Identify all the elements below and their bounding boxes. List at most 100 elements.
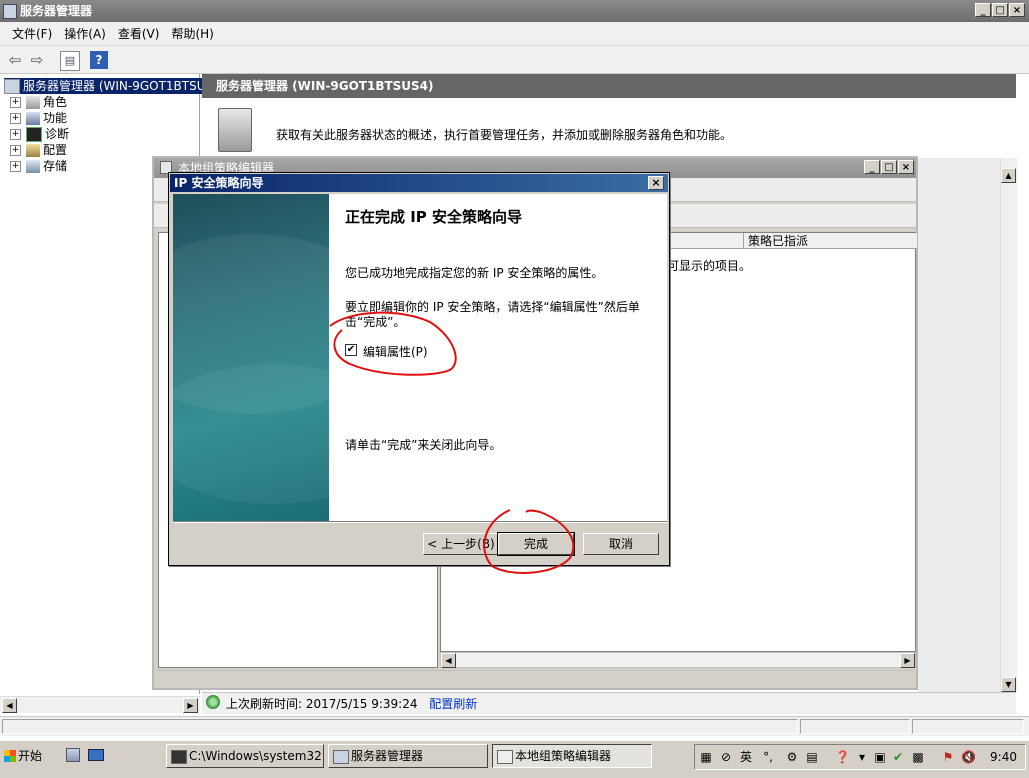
features-icon: [26, 112, 40, 125]
wizard-title: IP 安全策略向导: [174, 176, 264, 190]
taskbar-item-server-manager[interactable]: 服务器管理器: [328, 744, 488, 768]
expand-icon[interactable]: +: [10, 145, 21, 156]
menu-view[interactable]: 查看(V): [112, 25, 166, 42]
menu-action[interactable]: 操作(A): [58, 25, 112, 42]
clock[interactable]: 9:40: [990, 750, 1017, 764]
vertical-scrollbar[interactable]: ▲ ▼: [1000, 158, 1017, 692]
ip-security-wizard-dialog: IP 安全策略向导 × 正在完成 IP 安全策略向导 您已成功地完成指定您的新 …: [168, 172, 670, 566]
panel-description-area: 获取有关此服务器状态的概述，执行首要管理任务，并添加或删除服务器角色和功能。: [202, 98, 1016, 158]
refresh-status-bar: 上次刷新时间: 2017/5/15 9:39:24 配置刷新: [202, 692, 1016, 714]
wizard-close-button[interactable]: ×: [648, 176, 664, 190]
taskbar-item-cmd[interactable]: C:\Windows\system32...: [166, 744, 324, 768]
wizard-finish-instruction: 请单击“完成”来关闭此向导。: [345, 438, 502, 452]
gpe-close-button[interactable]: ×: [898, 160, 914, 174]
edit-properties-checkbox[interactable]: ✔: [345, 344, 357, 356]
tree-root-server-manager[interactable]: 服务器管理器 (WIN-9GOT1BTSUS: [4, 78, 218, 94]
flag-icon[interactable]: ⚑: [941, 750, 955, 764]
help-icon[interactable]: ?: [90, 51, 108, 69]
expand-icon[interactable]: +: [10, 113, 21, 124]
server-toolbox-icon: [218, 108, 252, 152]
server-manager-icon: [333, 750, 349, 764]
wizard-content: 正在完成 IP 安全策略向导 您已成功地完成指定您的新 IP 安全策略的属性。 …: [329, 194, 667, 521]
menu-help[interactable]: 帮助(H): [165, 25, 219, 42]
tree-item-roles[interactable]: + 角色: [10, 94, 67, 110]
show-hide-console-tree-icon[interactable]: ▤: [60, 51, 80, 71]
cancel-button[interactable]: 取消: [583, 533, 659, 555]
punctuation-icon[interactable]: °,: [761, 750, 775, 764]
scroll-right-icon[interactable]: ▶: [900, 653, 915, 668]
security-check-icon[interactable]: ✔: [891, 750, 905, 764]
cmd-icon: [171, 750, 187, 764]
scroll-left-icon[interactable]: ◀: [441, 653, 456, 668]
panel-content-background: [918, 158, 1000, 692]
diagnostics-icon: [26, 127, 42, 142]
tree-item-configuration[interactable]: + 配置: [10, 142, 67, 158]
wizard-separator: [173, 521, 667, 523]
policy-editor-icon: [497, 750, 513, 764]
taskbar: 开始 C:\Windows\system32... 服务器管理器 本地组策略编辑…: [0, 740, 1029, 778]
wizard-success-text: 您已成功地完成指定您的新 IP 安全策略的属性。: [345, 266, 604, 280]
gpe-empty-message: 可显示的项目。: [667, 259, 752, 273]
close-button[interactable]: ×: [1009, 3, 1025, 17]
quicklaunch-desktop-icon[interactable]: [88, 749, 104, 761]
gpe-horizontal-scrollbar[interactable]: ◀ ▶: [440, 652, 916, 668]
maximize-button[interactable]: □: [992, 3, 1008, 17]
configuration-icon: [26, 144, 40, 157]
tree-item-features[interactable]: + 功能: [10, 110, 67, 126]
no-entry-icon[interactable]: ⊘: [719, 750, 733, 764]
forward-arrow-icon[interactable]: ⇨: [28, 51, 46, 69]
display-icon[interactable]: ▩: [911, 750, 925, 764]
wizard-titlebar: IP 安全策略向导 ×: [170, 174, 668, 192]
storage-icon: [26, 160, 40, 173]
help-circle-icon[interactable]: ❓: [835, 750, 850, 764]
back-button[interactable]: < 上一步(B): [423, 533, 499, 555]
last-refresh-text: 上次刷新时间: 2017/5/15 9:39:24: [226, 697, 418, 711]
gpe-minimize-button[interactable]: _: [864, 160, 880, 174]
column-policy-assigned[interactable]: 策略已指派: [743, 233, 903, 249]
panel-description: 获取有关此服务器状态的概述，执行首要管理任务，并添加或删除服务器角色和功能。: [276, 128, 733, 142]
server-manager-titlebar: 服务器管理器 _ □ ×: [0, 0, 1029, 22]
back-arrow-icon[interactable]: ⇦: [6, 51, 24, 69]
status-bar: [0, 716, 1029, 736]
start-button[interactable]: 开始: [2, 745, 46, 767]
soft-keyboard-icon[interactable]: ▤: [805, 750, 819, 764]
scroll-right-icon[interactable]: ▶: [183, 698, 198, 713]
expand-icon[interactable]: +: [10, 129, 21, 140]
panel-title: 服务器管理器 (WIN-9GOT1BTSUS4): [202, 74, 1016, 98]
wizard-edit-instruction: 要立即编辑你的 IP 安全策略，请选择“编辑属性”然后单击“完成”。: [345, 300, 640, 329]
window-title: 服务器管理器: [20, 4, 93, 18]
edit-properties-label[interactable]: 编辑属性(P): [363, 343, 428, 360]
server-icon: [4, 79, 20, 94]
scroll-left-icon[interactable]: ◀: [2, 698, 17, 713]
tray-expand-icon[interactable]: ▾: [855, 750, 869, 764]
menu-file[interactable]: 文件(F): [6, 25, 58, 42]
wizard-heading: 正在完成 IP 安全策略向导: [345, 208, 523, 226]
windows-logo-icon: [4, 750, 16, 762]
ime-language[interactable]: 英: [739, 750, 753, 764]
tree-item-storage[interactable]: + 存储: [10, 158, 67, 174]
minimize-button[interactable]: _: [975, 3, 991, 17]
toolbar: ⇦ ⇨ ▤ ?: [0, 46, 1029, 74]
scroll-up-icon[interactable]: ▲: [1001, 168, 1016, 183]
gpe-statusbar: [158, 670, 914, 686]
taskbar-item-group-policy-editor[interactable]: 本地组策略编辑器: [492, 744, 652, 768]
tools-icon[interactable]: ⚙: [785, 750, 799, 764]
keyboard-icon[interactable]: ▦: [699, 750, 713, 764]
expand-icon[interactable]: +: [10, 161, 21, 172]
quicklaunch-server-manager-icon[interactable]: [66, 748, 80, 762]
scroll-down-icon[interactable]: ▼: [1001, 677, 1016, 692]
refresh-icon[interactable]: [206, 695, 220, 709]
menu-bar: 文件(F) 操作(A) 查看(V) 帮助(H): [0, 22, 1029, 46]
finish-button[interactable]: 完成: [497, 532, 575, 556]
system-tray: ▦ ⊘ 英 °, ⚙ ▤ ❓ ▾ ▣ ✔ ▩ ⚑ 🔇 9:40: [694, 744, 1026, 770]
tree-item-diagnostics[interactable]: + 诊断: [10, 126, 69, 142]
configure-refresh-link[interactable]: 配置刷新: [429, 697, 477, 711]
roles-icon: [26, 96, 40, 109]
tree-horizontal-scrollbar[interactable]: ◀ ▶: [0, 696, 200, 713]
expand-icon[interactable]: +: [10, 97, 21, 108]
gpe-maximize-button[interactable]: □: [881, 160, 897, 174]
network-icon[interactable]: ▣: [873, 750, 887, 764]
server-manager-icon: [3, 4, 17, 19]
volume-muted-icon[interactable]: 🔇: [961, 750, 976, 764]
wizard-banner-image: [173, 194, 329, 521]
